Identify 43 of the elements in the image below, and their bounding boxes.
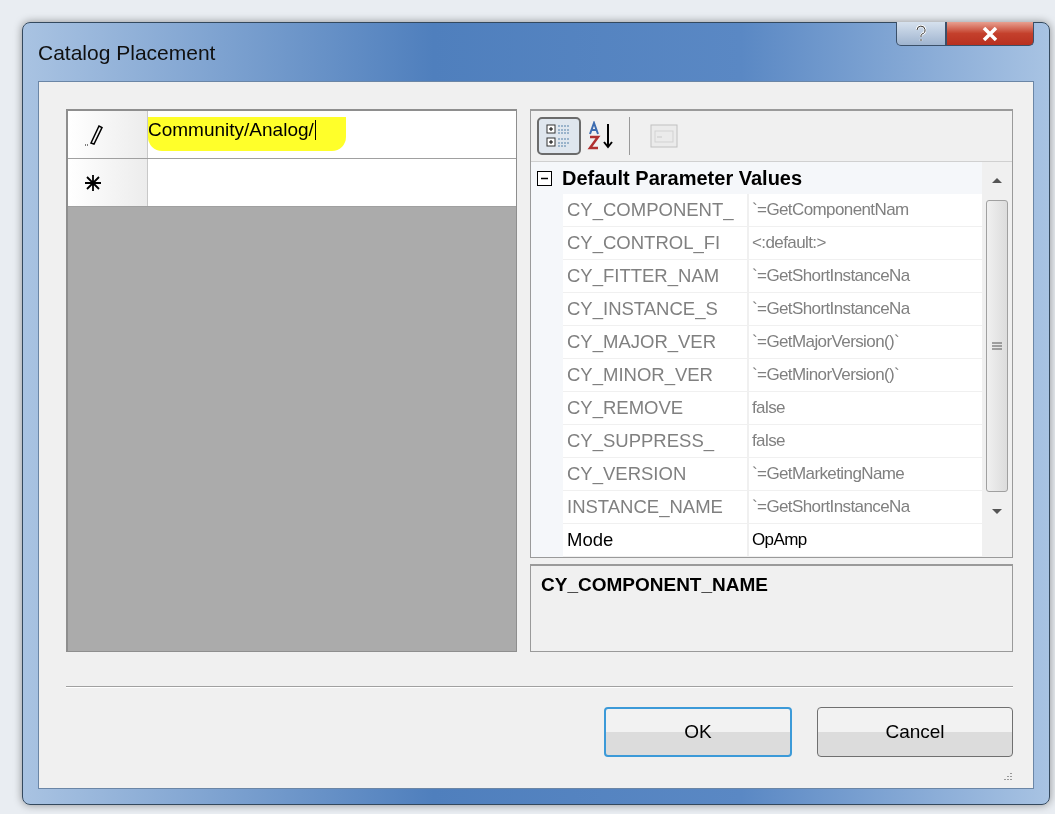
property-name[interactable]: CY_FITTER_NAM [563, 260, 749, 292]
close-button[interactable] [946, 22, 1034, 46]
property-name[interactable]: INSTANCE_NAME [563, 491, 749, 523]
help-icon [915, 24, 927, 43]
help-button[interactable] [896, 22, 946, 46]
path-input[interactable]: Community/Analog/ [148, 117, 346, 151]
cancel-button[interactable]: Cancel [817, 707, 1013, 757]
resize-grip-icon [1001, 771, 1013, 783]
property-value[interactable]: <:default:> [749, 227, 982, 259]
property-value[interactable]: `=GetShortInstanceNa [749, 293, 982, 325]
property-name[interactable]: CY_MINOR_VER [563, 359, 749, 391]
pencil-icon [84, 122, 104, 147]
categorized-button[interactable] [537, 117, 581, 155]
ok-button[interactable]: OK [604, 707, 792, 757]
property-name[interactable]: CY_COMPONENT_ [563, 194, 749, 226]
description-title: CY_COMPONENT_NAME [541, 574, 768, 595]
property-name[interactable]: CY_SUPPRESS_ [563, 425, 749, 457]
property-name[interactable]: CY_INSTANCE_S [563, 293, 749, 325]
property-name[interactable]: CY_REMOVE [563, 392, 749, 424]
window-title: Catalog Placement [38, 41, 216, 65]
property-pages-icon [649, 122, 679, 150]
category-label: Default Parameter Values [562, 166, 803, 190]
asterisk-icon [84, 173, 102, 192]
grip-icon [992, 341, 1002, 351]
property-name[interactable]: CY_MAJOR_VER [563, 326, 749, 358]
property-name[interactable]: CY_VERSION [563, 458, 749, 490]
close-icon [982, 26, 998, 41]
scroll-down-icon [991, 508, 1003, 516]
property-value[interactable]: false [749, 392, 982, 424]
property-value[interactable]: `=GetMinorVersion()` [749, 359, 982, 391]
sort-alphabetical-icon [587, 121, 615, 151]
collapse-toggle[interactable] [537, 170, 552, 186]
property-value[interactable]: `=GetMajorVersion()` [749, 326, 982, 358]
property-value[interactable]: `=GetComponentNam [749, 194, 982, 226]
property-value[interactable]: false [749, 425, 982, 457]
scrollbar[interactable] [982, 162, 1012, 557]
scroll-up-icon [991, 176, 1003, 184]
property-value[interactable]: `=GetShortInstanceNa [749, 260, 982, 292]
property-value[interactable]: `=GetShortInstanceNa [749, 491, 982, 523]
property-value[interactable]: `=GetMarketingName [749, 458, 982, 490]
property-name[interactable]: Mode [563, 524, 749, 556]
property-value[interactable]: OpAmp [749, 524, 982, 556]
property-name[interactable]: CY_CONTROL_FI [563, 227, 749, 259]
